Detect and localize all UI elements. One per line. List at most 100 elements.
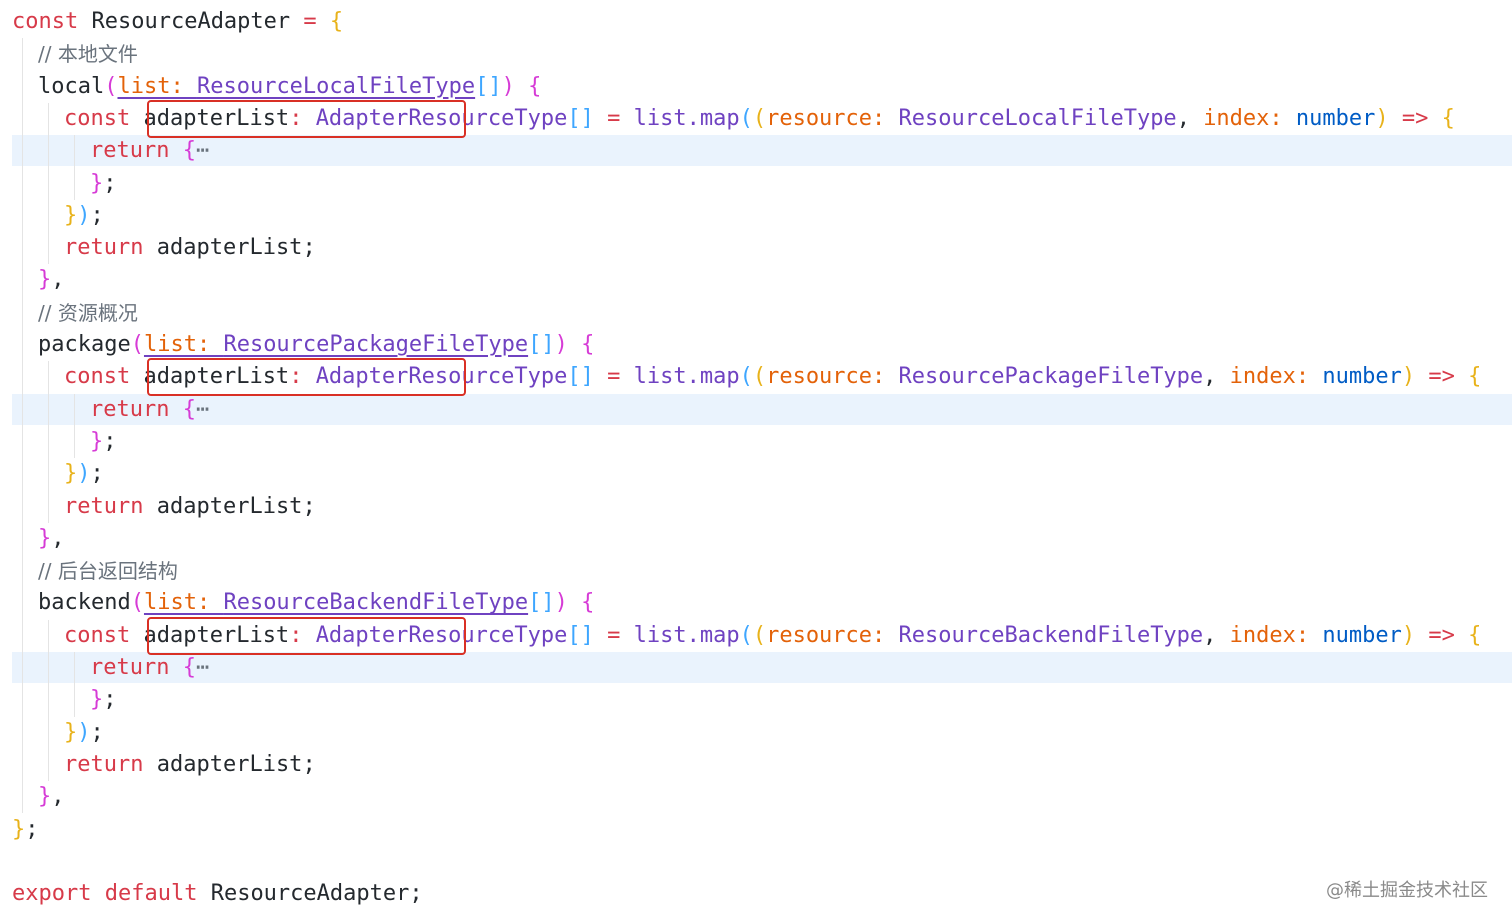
bracket: ) — [554, 332, 582, 357]
bracket: } — [38, 784, 52, 810]
comma: , — [1203, 364, 1230, 390]
bracket: { — [329, 9, 344, 34]
export-line: export default ResourceAdapter; — [12, 878, 423, 910]
bracket: [] — [567, 622, 594, 648]
map-call: list.map — [633, 364, 740, 390]
bracket: } — [64, 719, 78, 745]
bracket: [] — [528, 332, 555, 357]
bracket: } — [90, 170, 104, 196]
keyword-default: default — [104, 881, 198, 907]
semicolon: ; — [302, 493, 316, 519]
arrow: => — [1415, 364, 1469, 390]
bracket: } — [90, 687, 104, 713]
bracket: ( — [739, 364, 753, 390]
bracket: { — [182, 655, 196, 680]
bracket: { — [182, 138, 196, 164]
number-type: number — [1322, 364, 1402, 390]
return-line: return adapterList; — [12, 749, 316, 781]
bracket: ) — [77, 719, 91, 745]
bracket: { — [182, 396, 196, 422]
param-index: index: — [1203, 105, 1296, 131]
bracket: { — [528, 73, 542, 99]
bracket: [] — [528, 590, 555, 616]
bracket: ) — [1375, 105, 1389, 131]
bracket: { — [1468, 622, 1482, 648]
close-line: }); — [12, 717, 104, 749]
method-name: package — [38, 332, 131, 357]
folded-ellipsis: ⋯ — [195, 396, 210, 422]
code-editor[interactable]: const ResourceAdapter = { // 本地文件 local(li… — [0, 0, 1512, 923]
bracket: } — [12, 816, 26, 842]
bracket: } — [90, 428, 104, 454]
highlighted-line — [12, 652, 1512, 683]
method-signature: backend(list: ResourceBackendFileType[])… — [12, 587, 594, 619]
bracket: { — [581, 590, 595, 616]
close-line: }; — [12, 168, 117, 200]
bracket: [] — [475, 73, 502, 99]
code-comment-line: // 资源概况 — [12, 297, 138, 329]
bracket: ( — [104, 73, 118, 99]
keyword-return: return — [64, 493, 144, 519]
arrow: => — [1388, 105, 1442, 131]
object-name: ResourceAdapter — [91, 9, 291, 34]
param-name: list: — [117, 73, 197, 99]
comment: // 资源概况 — [38, 300, 138, 325]
keyword-return: return — [90, 138, 170, 164]
resource-type: ResourceBackendFileType — [898, 622, 1204, 648]
close-line: }, — [12, 264, 65, 296]
param-type: ResourceLocalFileType — [196, 73, 476, 99]
close-line: }); — [12, 458, 104, 490]
bracket: ( — [752, 105, 767, 131]
bracket: [] — [567, 105, 594, 131]
watermark: @稀土掘金技术社区 — [1326, 880, 1488, 901]
operator: = — [593, 622, 634, 648]
keyword-const: const — [64, 622, 131, 648]
method-signature: local(list: ResourceLocalFileType[]) { — [12, 71, 541, 103]
comma: , — [1203, 622, 1230, 648]
folded-ellipsis: ⋯ — [195, 655, 210, 680]
param-type: ResourcePackageFileType — [223, 332, 529, 357]
bracket: ) — [554, 590, 582, 616]
operator: = — [593, 105, 634, 131]
comment: // 本地文件 — [38, 42, 138, 67]
map-call: list.map — [633, 105, 740, 131]
bracket: } — [38, 525, 52, 551]
code-comment-line: // 本地文件 — [12, 38, 138, 70]
return-line: return {⋯ — [12, 652, 209, 684]
resource-type: ResourceLocalFileType — [898, 105, 1177, 131]
keyword-const: const — [64, 105, 131, 131]
semicolon: ; — [409, 881, 423, 907]
operator: = — [290, 9, 330, 34]
bracket: ( — [752, 364, 767, 390]
semicolon: ; — [302, 751, 316, 777]
operator: = — [593, 364, 634, 390]
method-signature: package(list: ResourcePackageFileType[])… — [12, 329, 594, 361]
comment: // 后台返回结构 — [38, 559, 178, 584]
semicolon: ; — [103, 170, 117, 196]
param-resource: resource: — [766, 364, 899, 390]
adapter-variable: adapterList — [156, 235, 303, 261]
code-line: const ResourceAdapter = { — [12, 6, 343, 38]
object-name: ResourceAdapter — [210, 881, 410, 907]
return-line: return adapterList; — [12, 232, 316, 264]
map-call: list.map — [633, 622, 740, 648]
bracket: ( — [130, 332, 144, 357]
bracket: ) — [501, 73, 529, 99]
bracket: } — [38, 267, 52, 293]
number-type: number — [1322, 622, 1402, 648]
annotation-box — [147, 358, 466, 397]
bracket: ( — [752, 622, 767, 648]
bracket: ) — [1401, 364, 1416, 390]
method-name: backend — [38, 590, 131, 616]
semicolon: ; — [90, 461, 104, 487]
bracket: } — [64, 202, 78, 228]
bracket: ( — [130, 590, 144, 616]
